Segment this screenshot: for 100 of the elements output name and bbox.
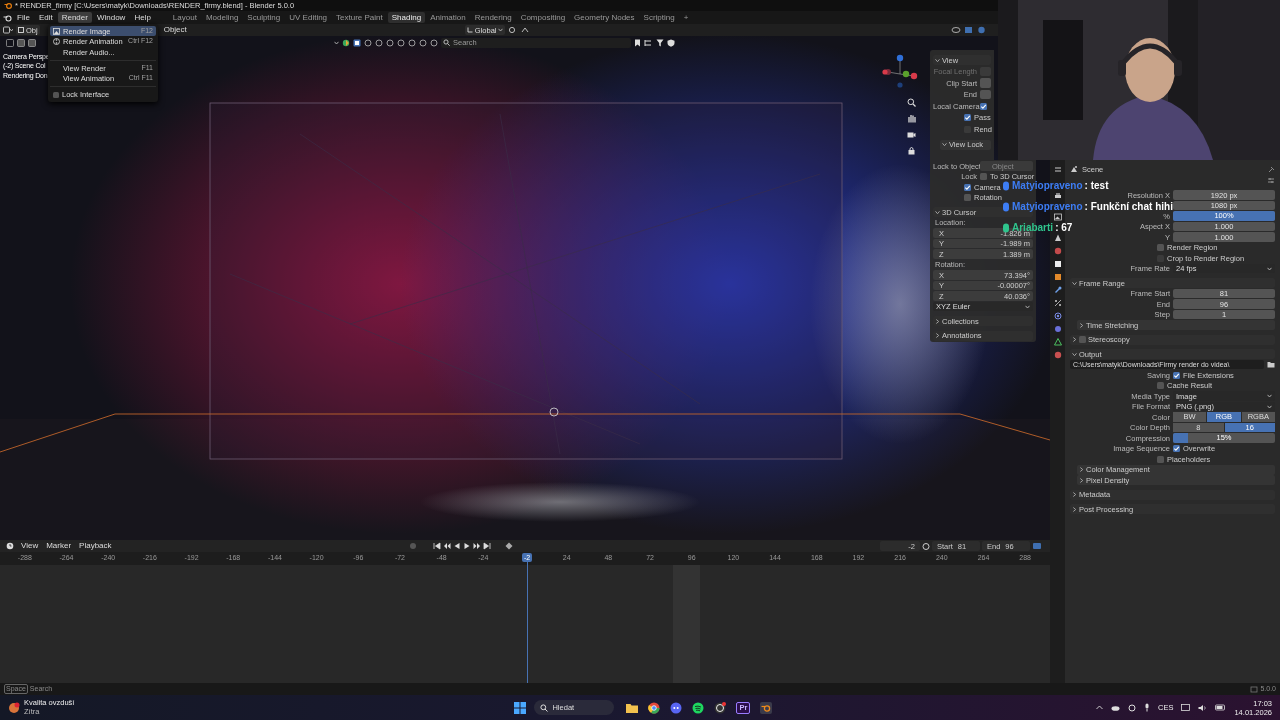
menu-item[interactable]: Marker [43, 541, 75, 551]
square-icon[interactable] [1053, 273, 1062, 281]
sync-icon[interactable] [1128, 703, 1137, 712]
clock-editor-icon[interactable] [6, 542, 16, 550]
mesh-filter-icon[interactable] [353, 38, 361, 47]
menu-item[interactable]: Playback [76, 541, 115, 551]
menu-item[interactable]: File [13, 12, 34, 23]
battery-icon[interactable] [1215, 704, 1227, 711]
box-icon[interactable] [1053, 260, 1062, 268]
workspace-tab[interactable]: UV Editing [285, 12, 332, 23]
skip-end-icon[interactable] [482, 542, 491, 550]
visibility-icon[interactable] [951, 26, 961, 34]
shield-icon[interactable] [667, 38, 675, 47]
workspace-tab[interactable]: Sculpting [243, 12, 285, 23]
checkbox[interactable] [1173, 445, 1180, 452]
workspace-tab[interactable]: Geometry Nodes [570, 12, 639, 23]
checkbox[interactable] [964, 114, 971, 121]
triangle-icon[interactable] [1053, 338, 1062, 346]
filter-icon[interactable] [656, 38, 664, 47]
add-workspace-button[interactable]: + [679, 12, 693, 23]
film-reel-icon [53, 38, 60, 45]
workspace-tab[interactable]: Modeling [201, 12, 243, 23]
workspace-tab[interactable]: Scripting [639, 12, 679, 23]
hand-icon[interactable] [907, 114, 916, 123]
workspace-tab[interactable]: Compositing [516, 12, 570, 23]
keyframe-forward-icon[interactable] [472, 542, 481, 550]
checkbox[interactable] [1079, 336, 1086, 343]
menu-item[interactable]: Help [130, 12, 155, 23]
globe-icon[interactable] [1053, 247, 1062, 255]
cone-icon[interactable] [1053, 234, 1062, 242]
keyframe-icon[interactable] [504, 542, 513, 550]
folder-icon[interactable] [626, 702, 639, 713]
chat-username: Matyiopraveno [1012, 181, 1083, 190]
blender-logo-icon[interactable] [3, 13, 12, 22]
microphone-icon[interactable] [1144, 703, 1151, 712]
play-reverse-icon[interactable] [452, 542, 461, 550]
number-field[interactable] [980, 89, 991, 100]
workspace-tab[interactable]: Rendering [470, 12, 516, 23]
blender-logo-icon [4, 2, 12, 9]
workspace-tab[interactable]: Animation [426, 12, 470, 23]
weather-icon [8, 701, 20, 714]
checkbox[interactable] [980, 102, 987, 110]
workspace-tab[interactable]: Texture Paint [332, 12, 387, 23]
stopwatch-icon[interactable] [922, 542, 930, 550]
menu-item[interactable]: Window [92, 12, 130, 23]
checkbox[interactable] [1173, 371, 1180, 379]
menu-item[interactable]: View [18, 541, 42, 551]
presets-icon[interactable] [1267, 177, 1275, 184]
cube-icon [18, 27, 24, 33]
wrench-icon[interactable] [1053, 286, 1062, 294]
checkbox[interactable] [53, 91, 59, 98]
windows-logo-icon[interactable] [514, 701, 527, 714]
browser-icon[interactable] [648, 701, 661, 714]
menu-item[interactable]: Render [57, 12, 92, 23]
number-field[interactable] [980, 78, 991, 88]
menu-item[interactable]: Edit [34, 12, 57, 23]
object-type-icon[interactable] [342, 38, 350, 47]
select-tool-icon[interactable] [6, 38, 14, 47]
play-icon[interactable] [462, 542, 471, 550]
bookmark-icon[interactable] [634, 38, 641, 47]
workspace-tab[interactable]: Shading [387, 12, 426, 23]
checkbox[interactable] [1157, 382, 1164, 389]
sliders-icon[interactable] [1053, 166, 1062, 174]
hierarchy-icon[interactable] [644, 38, 653, 47]
object-menu[interactable]: Object [160, 25, 190, 35]
speaker-icon[interactable] [1198, 703, 1208, 712]
zoom-icon[interactable] [907, 98, 916, 107]
chevron-icon [498, 28, 504, 32]
display-icon[interactable] [1181, 703, 1191, 712]
checkbox[interactable] [1157, 455, 1164, 463]
chevron-icon [1267, 266, 1272, 271]
search-icon [443, 39, 450, 46]
checkbox[interactable] [964, 194, 971, 201]
keyframe-back-icon[interactable] [442, 542, 451, 550]
music-app-icon[interactable] [692, 701, 705, 714]
checkbox[interactable] [980, 173, 987, 180]
folder-icon[interactable] [1267, 361, 1275, 368]
pin-icon[interactable] [1268, 165, 1275, 173]
image-icon[interactable] [1053, 213, 1062, 221]
chat-message: : test [1084, 181, 1109, 190]
chevron-icon [1267, 404, 1272, 409]
cloud-icon[interactable] [1111, 704, 1121, 711]
viewport-editor-icon[interactable] [3, 26, 13, 34]
orbit-icon[interactable] [1053, 312, 1062, 320]
chevron-icon [1267, 394, 1272, 398]
checkbox[interactable] [1157, 244, 1164, 251]
record-app-icon[interactable] [714, 701, 727, 714]
lock-icon[interactable] [907, 146, 916, 155]
scatter-icon[interactable] [1053, 299, 1062, 307]
sphere-icon[interactable] [1053, 351, 1062, 359]
box-select-icon[interactable] [17, 38, 25, 47]
chat-app-icon[interactable] [670, 701, 683, 714]
workspace-tab[interactable]: Layout [168, 12, 201, 23]
blender-logo-icon[interactable] [760, 701, 773, 714]
scene-icon [1070, 165, 1078, 173]
lasso-icon[interactable] [28, 38, 36, 47]
checkbox[interactable] [964, 183, 971, 191]
skip-start-icon[interactable] [432, 542, 441, 550]
chevron-up-icon[interactable] [1096, 705, 1104, 710]
printer-icon[interactable] [1053, 192, 1062, 200]
